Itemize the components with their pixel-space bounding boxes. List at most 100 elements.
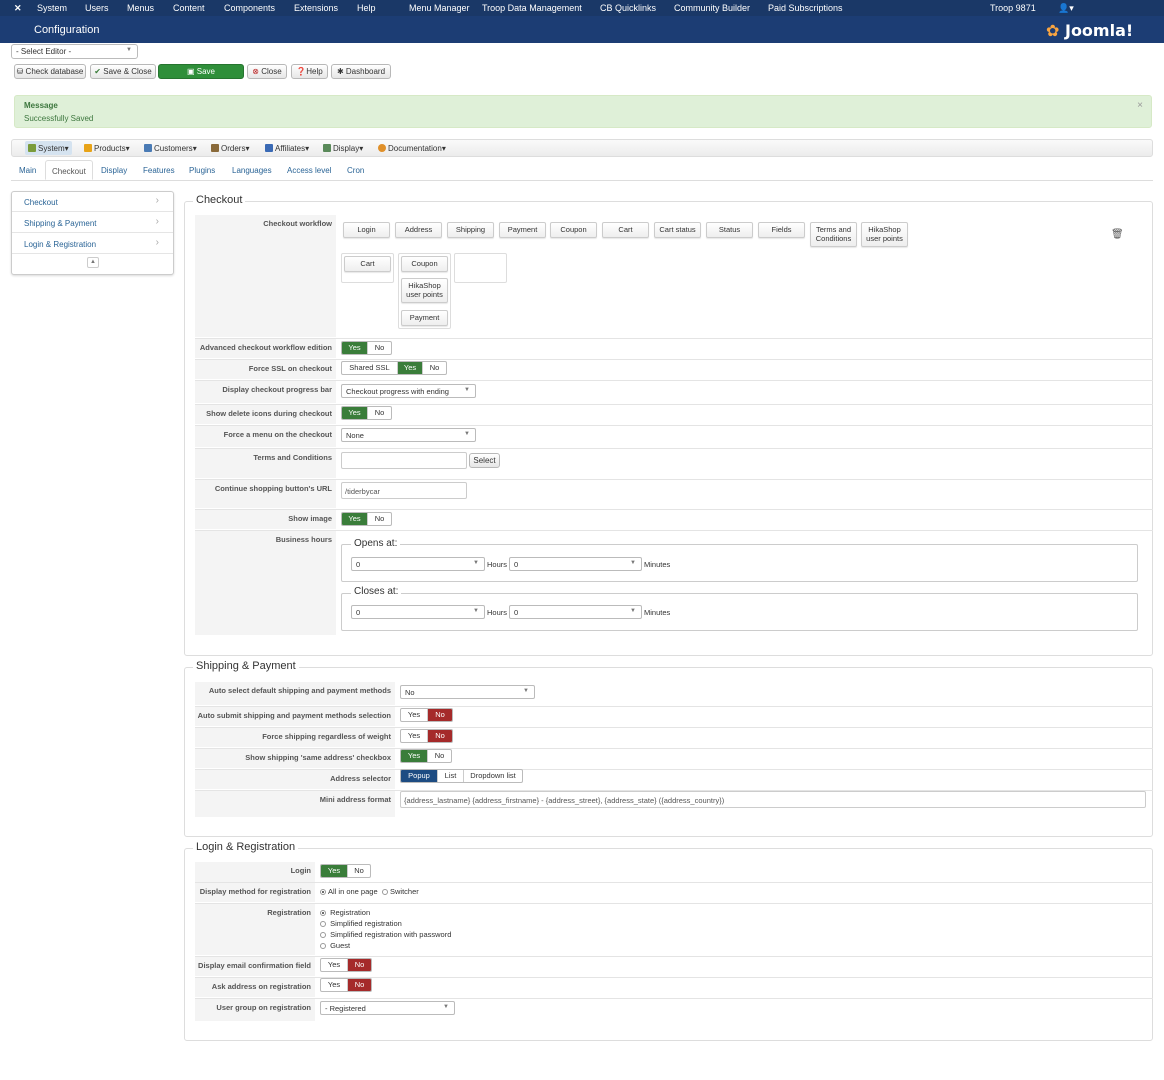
force-menu-select[interactable]: None ▼ bbox=[341, 428, 476, 442]
wf-login[interactable]: Login bbox=[343, 222, 390, 238]
hmenu-affiliates[interactable]: Affiliates▾ bbox=[265, 144, 309, 153]
email-confirmation-toggle[interactable]: Yes No bbox=[320, 958, 372, 972]
check-database-button[interactable]: ⛁ Check database bbox=[14, 64, 86, 79]
reg-radio-registration[interactable]: Registration bbox=[320, 908, 370, 917]
close-icon[interactable]: × bbox=[1137, 100, 1143, 111]
show-image-toggle[interactable]: Yes No bbox=[341, 512, 392, 526]
tab-access-level[interactable]: Access level bbox=[287, 160, 331, 180]
delete-icons-toggle[interactable]: Yes No bbox=[341, 406, 392, 420]
reg-radio-simplified-password[interactable]: Simplified registration with password bbox=[320, 930, 451, 939]
row-divider bbox=[195, 380, 1153, 381]
reg-radio-guest[interactable]: Guest bbox=[320, 941, 350, 950]
terms-input[interactable] bbox=[341, 452, 467, 469]
wf-terms[interactable]: Terms and Conditions bbox=[810, 222, 857, 247]
address-selector-toggle[interactable]: Popup List Dropdown list bbox=[400, 769, 523, 783]
dashboard-button[interactable]: ✱ Dashboard bbox=[331, 64, 391, 79]
ask-address-toggle[interactable]: Yes No bbox=[320, 978, 372, 992]
label-display-method: Display method for registration bbox=[195, 883, 315, 902]
login-toggle[interactable]: Yes No bbox=[320, 864, 371, 878]
hmenu-products[interactable]: Products▾ bbox=[84, 144, 130, 153]
nav-menus[interactable]: Menus bbox=[127, 3, 154, 13]
hmenu-customers[interactable]: Customers▾ bbox=[144, 144, 197, 153]
step2-payment[interactable]: Payment bbox=[401, 310, 448, 326]
tab-languages[interactable]: Languages bbox=[232, 160, 272, 180]
advanced-toggle[interactable]: Yes No bbox=[341, 341, 392, 355]
row-divider bbox=[195, 359, 1153, 360]
collapse-icon[interactable]: ▲ bbox=[87, 257, 99, 268]
nav-site-link[interactable]: Troop 9871 bbox=[990, 3, 1036, 13]
wf-user-points[interactable]: HikaShop user points bbox=[861, 222, 908, 247]
nav-components[interactable]: Components bbox=[224, 3, 275, 13]
row-divider bbox=[195, 404, 1153, 405]
tab-main[interactable]: Main bbox=[19, 160, 36, 180]
closes-minutes-select[interactable]: 0 ▼ bbox=[509, 605, 642, 619]
tab-display[interactable]: Display bbox=[101, 160, 127, 180]
step1-cart[interactable]: Cart bbox=[344, 256, 391, 272]
wf-address[interactable]: Address bbox=[395, 222, 442, 238]
nav-help[interactable]: Help bbox=[357, 3, 376, 13]
wf-fields[interactable]: Fields bbox=[758, 222, 805, 238]
wf-shipping[interactable]: Shipping bbox=[447, 222, 494, 238]
mini-format-input[interactable]: {address_lastname} {address_firstname} -… bbox=[400, 791, 1146, 808]
wf-status[interactable]: Status bbox=[706, 222, 753, 238]
nav-troop-data[interactable]: Troop Data Management bbox=[482, 3, 582, 13]
tab-plugins[interactable]: Plugins bbox=[189, 160, 215, 180]
auto-submit-toggle[interactable]: Yes No bbox=[400, 708, 453, 722]
nav-system[interactable]: System bbox=[37, 3, 67, 13]
close-button[interactable]: ⊗ Close bbox=[247, 64, 287, 79]
auto-select-select[interactable]: No ▼ bbox=[400, 685, 535, 699]
admin-navbar: ✕ System Users Menus Content Components … bbox=[0, 0, 1164, 16]
label-same-address: Show shipping 'same address' checkbox bbox=[195, 749, 395, 768]
continue-url-input[interactable]: /tiderbycar bbox=[341, 482, 467, 499]
save-button[interactable]: ▣ Save bbox=[158, 64, 244, 79]
wf-payment[interactable]: Payment bbox=[499, 222, 546, 238]
step2-coupon[interactable]: Coupon bbox=[401, 256, 448, 272]
method-radio-all[interactable]: All in one page bbox=[320, 887, 378, 896]
nav-content[interactable]: Content bbox=[173, 3, 205, 13]
tab-cron[interactable]: Cron bbox=[347, 160, 364, 180]
label-force-shipping: Force shipping regardless of weight bbox=[195, 728, 395, 747]
editor-select[interactable]: - Select Editor - ▼ bbox=[11, 44, 138, 59]
opens-minutes-select[interactable]: 0 ▼ bbox=[509, 557, 642, 571]
nav-paid-subscriptions[interactable]: Paid Subscriptions bbox=[768, 3, 843, 13]
sidebar-item-login[interactable]: Login & Registration › bbox=[12, 234, 173, 254]
hmenu-orders[interactable]: Orders▾ bbox=[211, 144, 249, 153]
nav-cb-quicklinks[interactable]: CB Quicklinks bbox=[600, 3, 656, 13]
force-shipping-toggle[interactable]: Yes No bbox=[400, 729, 453, 743]
nav-extensions[interactable]: Extensions bbox=[294, 3, 338, 13]
step2-user-points[interactable]: HikaShop user points bbox=[401, 278, 448, 303]
row-divider bbox=[195, 448, 1153, 449]
sidebar-item-shipping[interactable]: Shipping & Payment › bbox=[12, 213, 173, 233]
terms-select-button[interactable]: Select bbox=[469, 453, 500, 468]
joomla-x-icon[interactable]: ✕ bbox=[14, 3, 22, 14]
message-text: Successfully Saved bbox=[24, 114, 94, 123]
opens-hours-select[interactable]: 0 ▼ bbox=[351, 557, 485, 571]
wf-coupon[interactable]: Coupon bbox=[550, 222, 597, 238]
tab-features[interactable]: Features bbox=[143, 160, 175, 180]
help-button[interactable]: ❓Help bbox=[291, 64, 328, 79]
chevron-right-icon: › bbox=[155, 195, 159, 206]
hmenu-documentation[interactable]: Documentation▾ bbox=[378, 144, 446, 153]
hmenu-display[interactable]: Display▾ bbox=[323, 144, 363, 153]
nav-users[interactable]: Users bbox=[85, 3, 109, 13]
sidebar-item-checkout[interactable]: Checkout › bbox=[12, 192, 173, 212]
user-group-select[interactable]: - Registered ▼ bbox=[320, 1001, 455, 1015]
hmenu-system[interactable]: System▾ bbox=[25, 141, 72, 155]
progress-select[interactable]: Checkout progress with ending ▼ bbox=[341, 384, 476, 398]
wf-cart[interactable]: Cart bbox=[602, 222, 649, 238]
wf-cart-status[interactable]: Cart status bbox=[654, 222, 701, 238]
save-close-button[interactable]: ✔ Save & Close bbox=[90, 64, 156, 79]
same-address-toggle[interactable]: Yes No bbox=[400, 749, 452, 763]
reg-radio-simplified[interactable]: Simplified registration bbox=[320, 919, 402, 928]
tab-checkout[interactable]: Checkout bbox=[45, 160, 93, 180]
step3-dropzone[interactable] bbox=[454, 253, 507, 283]
label-ask-address: Ask address on registration bbox=[195, 978, 315, 997]
nav-menu-manager[interactable]: Menu Manager bbox=[409, 3, 470, 13]
user-icon[interactable]: 👤▾ bbox=[1058, 3, 1074, 14]
nav-community-builder[interactable]: Community Builder bbox=[674, 3, 750, 13]
method-radio-switcher[interactable]: Switcher bbox=[382, 887, 419, 896]
ssl-toggle[interactable]: Shared SSL Yes No bbox=[341, 361, 447, 375]
closes-hours-select[interactable]: 0 ▼ bbox=[351, 605, 485, 619]
trash-icon[interactable]: 🗑 bbox=[1111, 229, 1124, 240]
page-title: Configuration bbox=[34, 24, 100, 36]
